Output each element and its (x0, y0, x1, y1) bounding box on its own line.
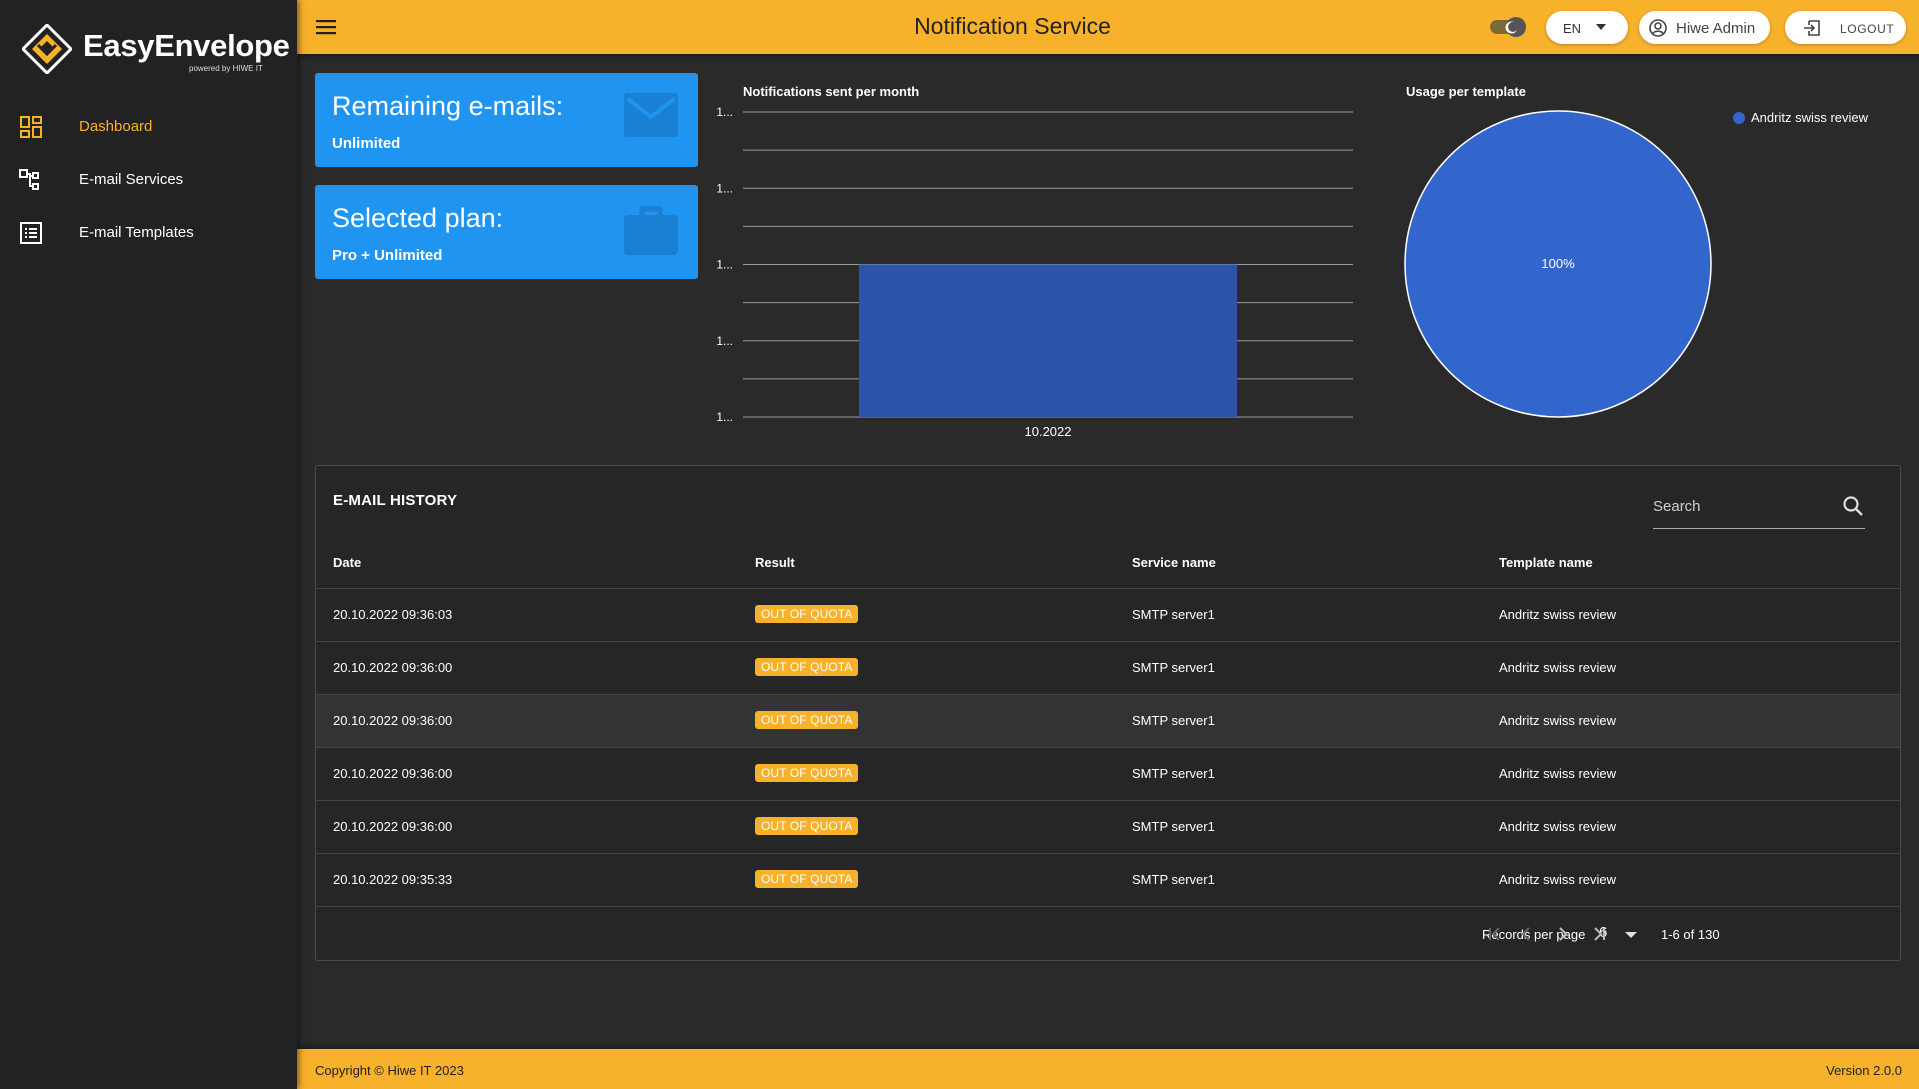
table-row[interactable]: 20.10.2022 09:36:00 OUT OF QUOTA SMTP se… (316, 800, 1900, 853)
sidebar: EasyEnvelope powered by HIWE IT Dashboar… (0, 0, 297, 1089)
version-text: Version 2.0.0 (1826, 1063, 1902, 1078)
logout-label: LOGOUT (1840, 22, 1895, 36)
previous-page-icon[interactable] (1513, 921, 1539, 947)
y-tick-label: 1... (716, 181, 733, 195)
table-title: E-MAIL HISTORY (333, 492, 458, 509)
cell-service: SMTP server1 (1132, 713, 1215, 728)
search-icon[interactable] (1841, 494, 1865, 518)
y-tick-label: 1... (716, 334, 733, 348)
user-name: Hiwe Admin (1676, 20, 1756, 37)
cell-template: Andritz swiss review (1499, 872, 1617, 887)
bar (858, 264, 1238, 417)
table-row[interactable]: 20.10.2022 09:35:33 OUT OF QUOTA SMTP se… (316, 853, 1900, 906)
column-header-service[interactable]: Service name (1132, 555, 1216, 570)
status-badge: OUT OF QUOTA (755, 711, 859, 729)
legend-label: Andritz swiss review (1751, 110, 1869, 125)
card-value: Pro + Unlimited (332, 247, 443, 264)
pie-chart: 100% Andritz swiss review (1404, 110, 1869, 418)
logout-icon (1804, 20, 1820, 36)
cell-service: SMTP server1 (1132, 872, 1215, 887)
cell-service: SMTP server1 (1132, 819, 1215, 834)
top-app-bar: Notification Service EN Hiwe Admin LOGOU… (297, 0, 1919, 54)
cell-template: Andritz swiss review (1499, 819, 1617, 834)
column-header-template[interactable]: Template name (1499, 555, 1593, 570)
search-field[interactable] (1653, 487, 1865, 529)
brand-tagline: powered by HIWE IT (189, 64, 263, 73)
cell-template: Andritz swiss review (1499, 713, 1617, 728)
sidebar-item-label: E-mail Services (79, 171, 184, 188)
cell-service: SMTP server1 (1132, 660, 1215, 675)
table-row[interactable]: 20.10.2022 09:36:03 OUT OF QUOTA SMTP se… (316, 588, 1900, 641)
status-badge: OUT OF QUOTA (755, 870, 859, 888)
cell-template: Andritz swiss review (1499, 660, 1617, 675)
sidebar-item-email-templates[interactable]: E-mail Templates (0, 208, 297, 258)
pagination-range: 1-6 of 130 (1661, 927, 1720, 942)
language-select[interactable]: EN (1546, 11, 1628, 44)
table-row[interactable]: 20.10.2022 09:36:00 OUT OF QUOTA SMTP se… (316, 694, 1900, 747)
remaining-emails-card: Remaining e-mails: Unlimited (315, 73, 698, 167)
envelope-logo-icon (22, 24, 72, 74)
next-page-icon[interactable] (1550, 921, 1576, 947)
account-circle-icon (1649, 19, 1667, 37)
email-history-table: E-MAIL HISTORY Date Result Service name … (315, 465, 1901, 961)
cell-date: 20.10.2022 09:36:00 (333, 713, 453, 728)
cell-template: Andritz swiss review (1499, 766, 1617, 781)
brand-logo[interactable]: EasyEnvelope powered by HIWE IT (20, 22, 290, 78)
last-page-icon[interactable] (1586, 921, 1612, 947)
search-input[interactable] (1653, 491, 1833, 521)
user-menu-button[interactable]: Hiwe Admin (1639, 11, 1770, 44)
table-pagination: Records per page 6 1-6 of 130 (316, 906, 1900, 960)
y-tick-label: 1... (716, 105, 733, 119)
x-tick-label: 10.2022 (1025, 424, 1072, 439)
selected-plan-card: Selected plan: Pro + Unlimited (315, 185, 698, 279)
legend-swatch (1733, 112, 1745, 124)
card-title: Remaining e-mails: (332, 91, 564, 121)
status-badge: OUT OF QUOTA (755, 817, 859, 835)
logout-button[interactable]: LOGOUT (1785, 11, 1906, 44)
briefcase-icon (624, 206, 678, 255)
cell-date: 20.10.2022 09:36:03 (333, 607, 453, 622)
cell-date: 20.10.2022 09:35:33 (333, 872, 453, 887)
status-badge: OUT OF QUOTA (755, 764, 859, 782)
page-footer: Copyright © Hiwe IT 2023 Version 2.0.0 (297, 1049, 1919, 1089)
status-badge: OUT OF QUOTA (755, 658, 859, 676)
dark-mode-toggle[interactable] (1489, 17, 1529, 37)
cell-service: SMTP server1 (1132, 766, 1215, 781)
card-title: Selected plan: (332, 203, 504, 233)
envelope-icon (624, 93, 678, 137)
chevron-down-icon (1625, 932, 1637, 938)
sidebar-item-dashboard[interactable]: Dashboard (0, 102, 297, 152)
card-value: Unlimited (332, 135, 401, 152)
copyright-text: Copyright © Hiwe IT 2023 (315, 1063, 464, 1078)
bar-chart: 1... 1... 1... 1... 1... 10.2022 (716, 105, 1353, 439)
cell-date: 20.10.2022 09:36:00 (333, 660, 453, 675)
sidebar-item-label: E-mail Templates (79, 224, 194, 241)
bar-chart-title: Notifications sent per month (743, 84, 920, 99)
column-header-result[interactable]: Result (755, 555, 795, 570)
cell-service: SMTP server1 (1132, 607, 1215, 622)
cell-date: 20.10.2022 09:36:00 (333, 819, 453, 834)
pie-slice-label: 100% (1541, 256, 1575, 271)
chevron-down-icon (1596, 24, 1606, 30)
sidebar-item-label: Dashboard (79, 118, 153, 135)
templates-icon (20, 222, 42, 244)
dashboard-icon (20, 116, 42, 138)
first-page-icon[interactable] (1482, 921, 1508, 947)
y-tick-label: 1... (716, 258, 733, 272)
table-row[interactable]: 20.10.2022 09:36:00 OUT OF QUOTA SMTP se… (316, 641, 1900, 694)
services-icon (19, 169, 39, 190)
brand-name: EasyEnvelope (83, 28, 290, 63)
cell-date: 20.10.2022 09:36:00 (333, 766, 453, 781)
y-tick-label: 1... (716, 410, 733, 424)
language-value: EN (1563, 21, 1582, 36)
column-header-date[interactable]: Date (333, 555, 361, 570)
cell-template: Andritz swiss review (1499, 607, 1617, 622)
table-row[interactable]: 20.10.2022 09:36:00 OUT OF QUOTA SMTP se… (316, 747, 1900, 800)
status-badge: OUT OF QUOTA (755, 605, 859, 623)
pie-chart-title: Usage per template (1406, 84, 1526, 99)
sidebar-item-email-services[interactable]: E-mail Services (0, 155, 297, 205)
